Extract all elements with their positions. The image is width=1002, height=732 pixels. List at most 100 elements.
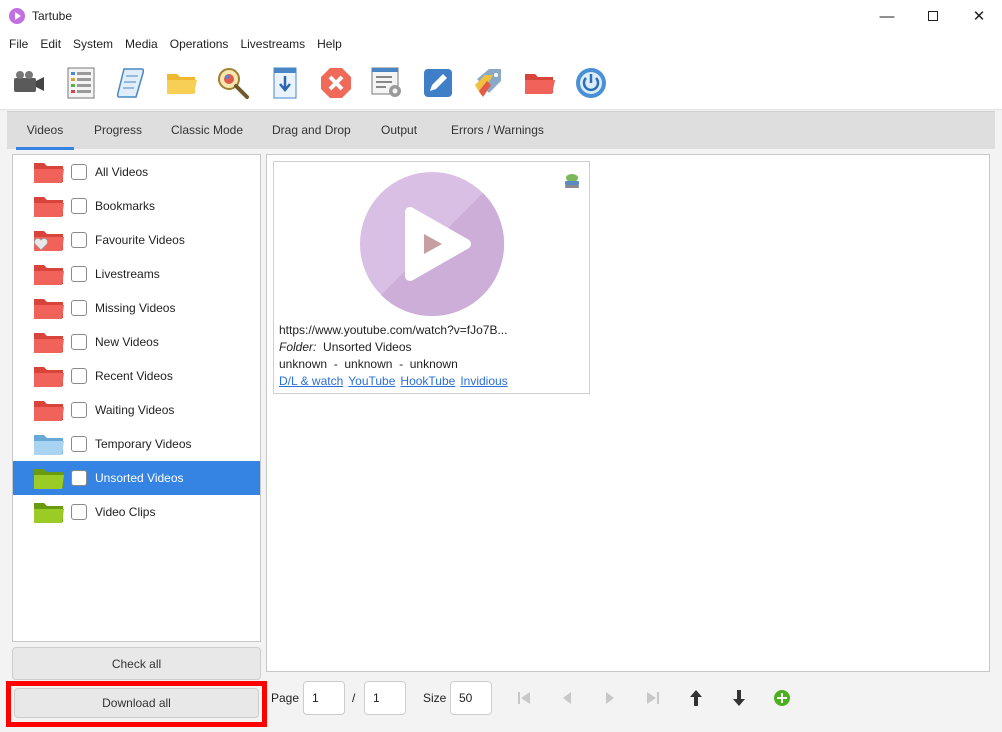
size-input[interactable]: 50 — [450, 681, 492, 715]
folder-row-favourite-videos[interactable]: Favourite Videos — [13, 223, 260, 257]
menu-livestreams[interactable]: Livestreams — [234, 32, 311, 56]
download-icon[interactable] — [266, 64, 304, 102]
folder-blue-icon — [34, 435, 64, 455]
folder-icon — [34, 197, 64, 217]
download-all-button[interactable]: Download all — [14, 688, 259, 718]
folder-label: Bookmarks — [95, 199, 156, 213]
video-folder: Folder: Unsorted Videos — [279, 340, 412, 354]
video-card[interactable]: https://www.youtube.com/watch?v=fJo7B...… — [273, 161, 590, 394]
power-icon[interactable] — [572, 64, 610, 102]
app-logo-icon — [9, 8, 25, 24]
video-url: https://www.youtube.com/watch?v=fJo7B... — [279, 323, 508, 337]
folder-icon — [34, 163, 64, 183]
video-thumbnail-play-icon[interactable] — [360, 172, 504, 316]
pagination-bar: Page 1 / 1 Size 50 — [266, 676, 1002, 720]
folder-checkbox[interactable] — [71, 402, 87, 418]
folder-checkbox[interactable] — [71, 198, 87, 214]
folder-row-unsorted-videos[interactable]: Unsorted Videos — [13, 461, 260, 495]
link-youtube[interactable]: YouTube — [348, 374, 395, 388]
folder-row-video-clips[interactable]: Video Clips — [13, 495, 260, 529]
video-grid: https://www.youtube.com/watch?v=fJo7B...… — [266, 154, 990, 672]
menu-bar: File Edit System Media Operations Livest… — [0, 32, 1002, 56]
folder-checkbox[interactable] — [71, 334, 87, 350]
folder-label: Favourite Videos — [95, 233, 185, 247]
folder-label: Unsorted Videos — [95, 471, 184, 485]
folder-row-new-videos[interactable]: New Videos — [13, 325, 260, 359]
last-page-icon[interactable] — [643, 688, 663, 708]
folder-row-bookmarks[interactable]: Bookmarks — [13, 189, 260, 223]
minimize-button[interactable]: — — [864, 0, 910, 32]
edit-icon[interactable] — [419, 64, 457, 102]
folder-checkbox[interactable] — [71, 232, 87, 248]
folder-row-recent-videos[interactable]: Recent Videos — [13, 359, 260, 393]
link-dl-watch[interactable]: D/L & watch — [279, 374, 343, 388]
menu-media[interactable]: Media — [119, 32, 164, 56]
menu-operations[interactable]: Operations — [164, 32, 235, 56]
folder-heart-icon — [34, 231, 64, 251]
page-separator: / — [352, 691, 356, 705]
previous-page-icon[interactable] — [557, 688, 577, 708]
folder-checkbox[interactable] — [71, 368, 87, 384]
link-invidious[interactable]: Invidious — [460, 374, 507, 388]
folder-icon — [34, 367, 64, 387]
first-page-icon[interactable] — [514, 688, 534, 708]
tags-icon[interactable] — [470, 64, 508, 102]
menu-file[interactable]: File — [3, 32, 34, 56]
scroll-up-icon[interactable] — [686, 688, 706, 708]
list-icon[interactable] — [62, 64, 100, 102]
folder-icon — [34, 299, 64, 319]
title-bar: Tartube — ✕ — [0, 0, 1002, 32]
folder-checkbox[interactable] — [71, 436, 87, 452]
scroll-icon[interactable] — [112, 64, 150, 102]
tab-classic-mode[interactable]: Classic Mode — [171, 112, 243, 150]
video-links: D/L & watch YouTube HookTube Invidious — [279, 374, 513, 388]
scroll-down-icon[interactable] — [729, 688, 749, 708]
folder-label: Livestreams — [95, 267, 160, 281]
settings-list-icon[interactable] — [368, 64, 406, 102]
folder-checkbox[interactable] — [71, 266, 87, 282]
check-all-button[interactable]: Check all — [12, 647, 261, 680]
page-label: Page — [271, 691, 300, 705]
tab-drag-and-drop[interactable]: Drag and Drop — [272, 112, 351, 150]
close-button[interactable]: ✕ — [956, 0, 1002, 32]
add-icon[interactable] — [772, 688, 792, 708]
folder-checkbox[interactable] — [71, 300, 87, 316]
folder-red-icon[interactable] — [521, 64, 559, 102]
menu-edit[interactable]: Edit — [34, 32, 67, 56]
folder-checkbox[interactable] — [71, 504, 87, 520]
folder-checkbox[interactable] — [71, 470, 87, 486]
total-pages-field: 1 — [364, 681, 406, 715]
tab-videos[interactable]: Videos — [16, 112, 74, 150]
folder-row-missing-videos[interactable]: Missing Videos — [13, 291, 260, 325]
folder-row-waiting-videos[interactable]: Waiting Videos — [13, 393, 260, 427]
tab-progress[interactable]: Progress — [94, 112, 142, 150]
folder-label: New Videos — [95, 335, 159, 349]
video-info-icon[interactable] — [563, 172, 581, 190]
toolbar — [0, 56, 1002, 110]
tab-output[interactable]: Output — [381, 112, 417, 150]
folder-label: All Videos — [95, 165, 149, 179]
page-input[interactable]: 1 — [303, 681, 345, 715]
tab-errors-warnings[interactable]: Errors / Warnings — [451, 112, 544, 150]
folder-row-all-videos[interactable]: All Videos — [13, 155, 260, 189]
folder-icon — [34, 265, 64, 285]
camera-icon[interactable] — [10, 64, 48, 102]
folder-list: All Videos Bookmarks Favourite Videos Li… — [12, 154, 261, 642]
menu-help[interactable]: Help — [311, 32, 348, 56]
next-page-icon[interactable] — [600, 688, 620, 708]
folder-checkbox[interactable] — [71, 164, 87, 180]
video-meta: unknown - unknown - unknown — [279, 357, 458, 371]
menu-system[interactable]: System — [67, 32, 119, 56]
folder-row-temporary-videos[interactable]: Temporary Videos — [13, 427, 260, 461]
search-icon[interactable] — [214, 64, 252, 102]
stop-icon[interactable] — [317, 64, 355, 102]
folder-green-icon — [34, 469, 64, 489]
link-hooktube[interactable]: HookTube — [400, 374, 455, 388]
folder-label: Temporary Videos — [95, 437, 192, 451]
folder-row-livestreams[interactable]: Livestreams — [13, 257, 260, 291]
video-folder-label: Folder: — [279, 340, 317, 354]
maximize-button[interactable] — [910, 0, 956, 32]
folder-green-icon — [34, 503, 64, 523]
folder-open-icon[interactable] — [163, 64, 201, 102]
folder-icon — [34, 401, 64, 421]
